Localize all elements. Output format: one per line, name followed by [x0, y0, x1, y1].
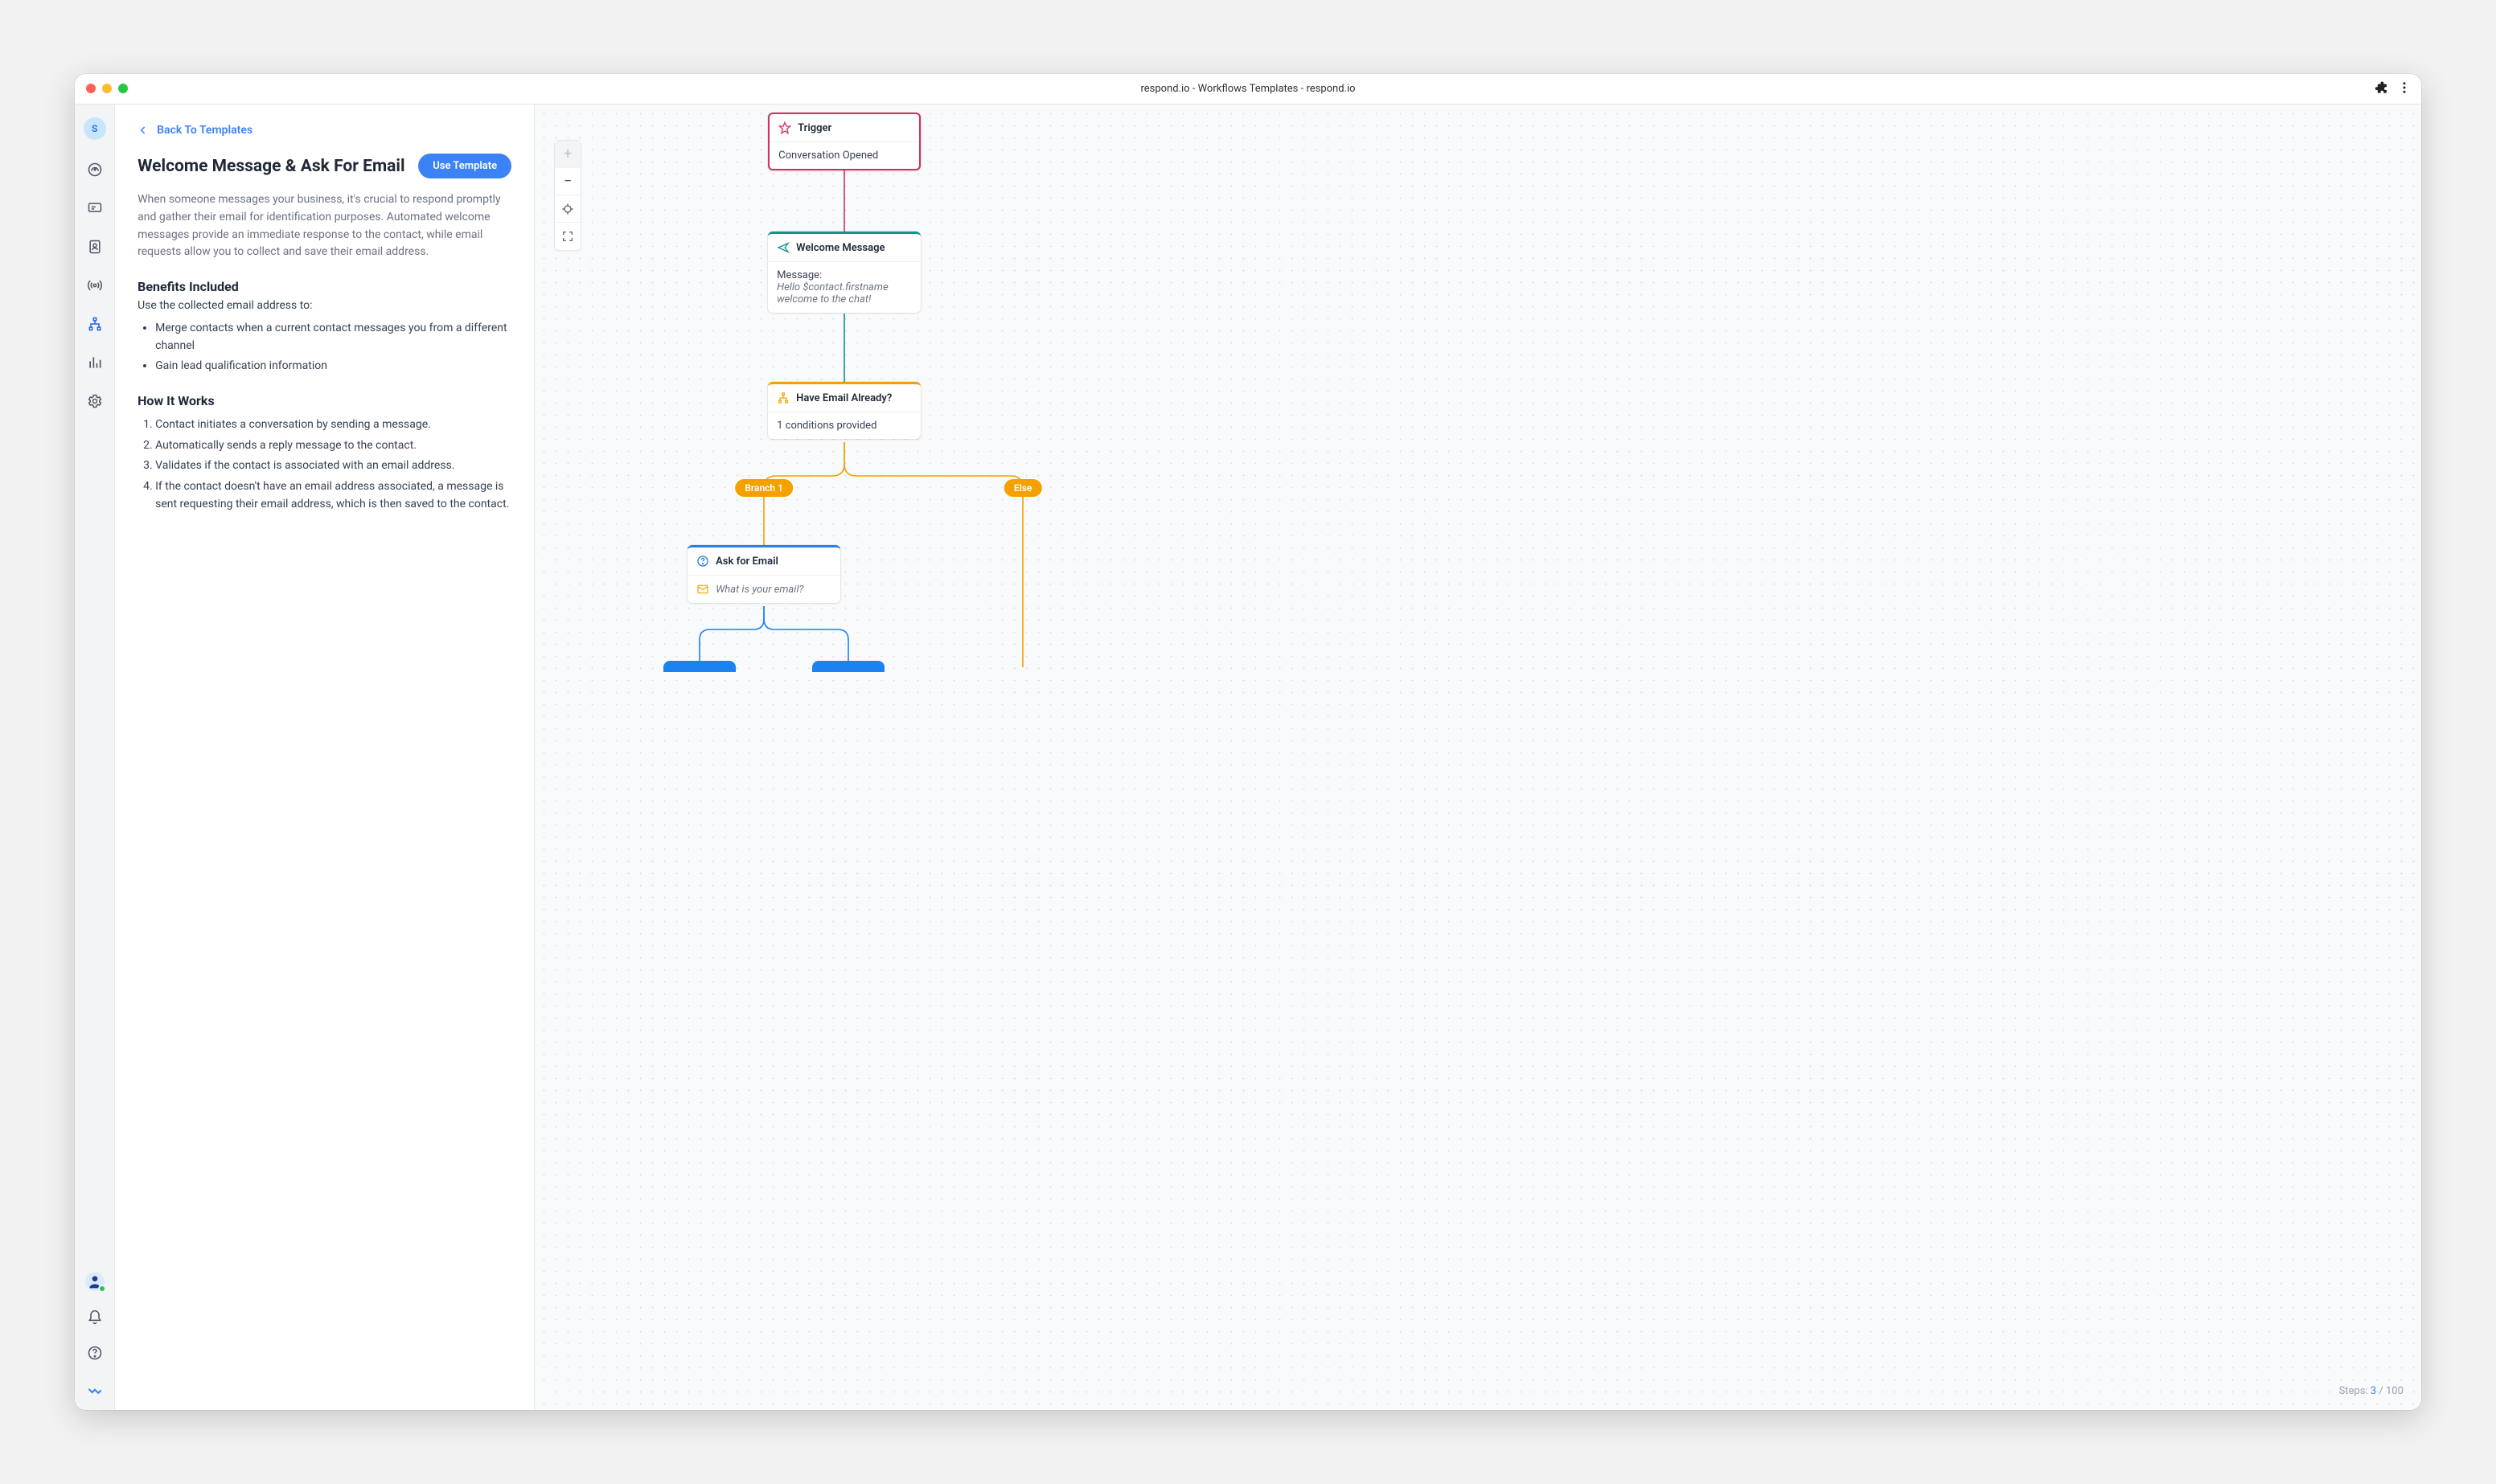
node-welcome-message[interactable]: Welcome Message Message: Hello $contact.…: [768, 232, 921, 313]
list-item: Gain lead qualification information: [155, 358, 511, 375]
message-label: Message:: [777, 269, 912, 281]
node-title: Ask for Email: [716, 555, 778, 568]
sidebar-item-contacts[interactable]: [86, 238, 104, 256]
steps-max: 100: [2386, 1385, 2404, 1397]
window-traffic-lights[interactable]: [86, 84, 128, 93]
branch-icon: [777, 391, 790, 404]
sidebar-item-dashboard[interactable]: [86, 161, 104, 178]
app-window: respond.io - Workflows Templates - respo…: [75, 74, 2421, 1409]
benefits-subtitle: Use the collected email address to:: [138, 299, 511, 312]
node-ask-for-email[interactable]: Ask for Email What is your email?: [688, 545, 840, 603]
send-icon: [777, 241, 790, 254]
minimize-window-icon[interactable]: [102, 84, 112, 93]
how-it-works-list: Contact initiates a conversation by send…: [138, 416, 511, 513]
benefits-list: Merge contacts when a current contact me…: [138, 320, 511, 375]
avatar-letter: S: [92, 123, 97, 134]
node-title: Trigger: [798, 122, 831, 134]
sidebar-item-settings[interactable]: [86, 392, 104, 410]
sidebar: S: [75, 105, 115, 1409]
node-body: Conversation Opened: [770, 142, 919, 169]
back-link-label: Back To Templates: [157, 124, 252, 137]
node-title: Have Email Already?: [796, 392, 892, 404]
list-item: If the contact doesn't have an email add…: [155, 478, 511, 513]
steps-label: Steps:: [2339, 1385, 2371, 1397]
details-panel: Back To Templates Welcome Message & Ask …: [115, 105, 535, 1409]
question-icon: [696, 555, 709, 568]
template-title: Welcome Message & Ask For Email: [138, 157, 404, 176]
sidebar-notifications[interactable]: [86, 1309, 104, 1326]
trigger-icon: [778, 121, 791, 134]
node-body: Message: Hello $contact.firstname welcom…: [768, 262, 921, 313]
node-body: What is your email?: [688, 576, 840, 603]
message-text: Hello $contact.firstname welcome to the …: [777, 281, 912, 305]
list-item: Validates if the contact is associated w…: [155, 457, 511, 475]
list-item: Merge contacts when a current contact me…: [155, 320, 511, 355]
title-bar: respond.io - Workflows Templates - respo…: [75, 74, 2421, 105]
branch-pill-else[interactable]: Else: [1004, 479, 1042, 497]
window-title: respond.io - Workflows Templates - respo…: [1140, 83, 1355, 95]
use-template-button[interactable]: Use Template: [418, 154, 511, 178]
sidebar-item-reports[interactable]: [86, 354, 104, 371]
maximize-window-icon[interactable]: [118, 84, 128, 93]
back-to-templates-link[interactable]: Back To Templates: [138, 124, 252, 137]
profile-avatar[interactable]: [85, 1272, 105, 1291]
close-window-icon[interactable]: [86, 84, 96, 93]
how-heading: How It Works: [138, 393, 511, 408]
more-menu-icon[interactable]: [2397, 80, 2412, 95]
steps-counter: Steps: 3 / 100: [2339, 1385, 2404, 1397]
node-placeholder[interactable]: [663, 661, 736, 672]
status-dot-icon: [98, 1285, 106, 1293]
workflow-canvas[interactable]: + − T: [535, 105, 2421, 1409]
sidebar-item-inbox[interactable]: [86, 199, 104, 217]
workspace-avatar[interactable]: S: [84, 117, 106, 140]
chevron-left-icon: [138, 125, 149, 136]
node-placeholder[interactable]: [812, 661, 885, 672]
sidebar-brand-icon[interactable]: [86, 1379, 104, 1397]
node-body: 1 conditions provided: [768, 412, 921, 439]
sidebar-item-workflows[interactable]: [86, 315, 104, 333]
branch-pill-1[interactable]: Branch 1: [735, 479, 793, 497]
sidebar-item-broadcast[interactable]: [86, 277, 104, 294]
node-have-email-branch[interactable]: Have Email Already? 1 conditions provide…: [768, 382, 921, 439]
sidebar-help[interactable]: [86, 1344, 104, 1362]
steps-sep: /: [2376, 1385, 2386, 1397]
benefits-heading: Benefits Included: [138, 279, 511, 294]
node-title: Welcome Message: [796, 242, 885, 254]
list-item: Automatically sends a reply message to t…: [155, 437, 511, 455]
template-description: When someone messages your business, it'…: [138, 191, 511, 261]
extension-icon[interactable]: [2375, 80, 2389, 95]
list-item: Contact initiates a conversation by send…: [155, 416, 511, 434]
mail-icon: [696, 583, 709, 596]
ask-prompt: What is your email?: [716, 584, 803, 596]
node-trigger[interactable]: Trigger Conversation Opened: [768, 113, 921, 170]
